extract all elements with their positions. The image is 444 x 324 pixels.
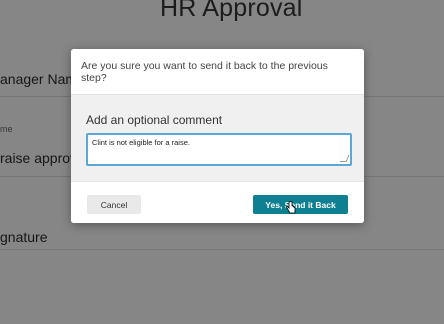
dialog-header: Are you sure you want to send it back to… <box>71 49 364 94</box>
dialog-footer: Cancel Yes, Send it Back <box>71 181 364 223</box>
dialog-question: Are you sure you want to send it back to… <box>81 60 328 84</box>
hand-pointer-icon <box>286 201 296 214</box>
comment-textarea[interactable]: Clint is not eligible for a raise. <box>86 133 352 166</box>
send-back-dialog: Are you sure you want to send it back to… <box>71 49 364 223</box>
cancel-button[interactable]: Cancel <box>87 195 141 214</box>
resize-handle-icon[interactable] <box>339 155 350 162</box>
comment-label: Add an optional comment <box>86 113 223 127</box>
comment-text: Clint is not eligible for a raise. <box>92 138 190 147</box>
send-back-button[interactable]: Yes, Send it Back <box>253 195 348 214</box>
